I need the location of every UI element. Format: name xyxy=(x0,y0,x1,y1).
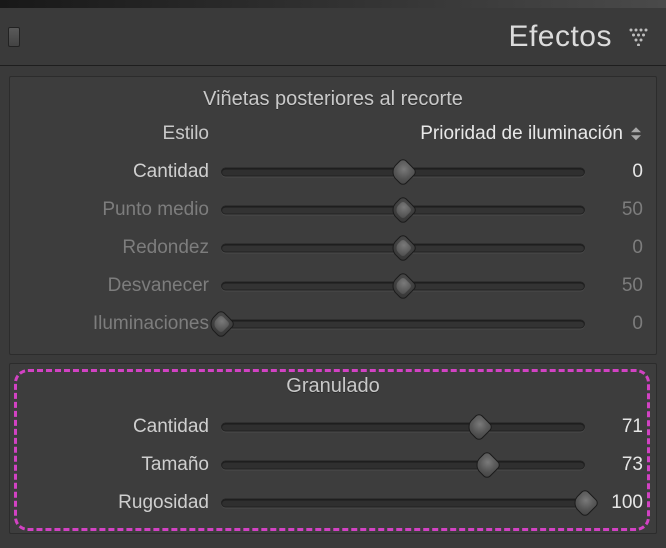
grain.sliders.0-label: Cantidad xyxy=(19,416,217,438)
grain.sliders.0-row: Cantidad 71 xyxy=(19,408,647,446)
slider-thumb[interactable] xyxy=(472,450,502,480)
grain.sliders.1-row: Tamaño 73 xyxy=(19,446,647,484)
vignette.sliders.3-value: 50 xyxy=(595,275,647,297)
vignette-group: Viñetas posteriores al recorte Estilo Pr… xyxy=(9,76,657,355)
vignette.sliders.2-label: Redondez xyxy=(19,237,217,259)
vignette.sliders.3-slider xyxy=(221,272,585,300)
grain.sliders.1-label: Tamaño xyxy=(19,454,217,476)
slider-thumb xyxy=(388,271,418,301)
vignette.sliders.0-value[interactable]: 0 xyxy=(595,161,647,183)
vignette.sliders.3-label: Desvanecer xyxy=(19,275,217,297)
updown-arrows-icon xyxy=(629,127,643,140)
grain.sliders.0-value[interactable]: 71 xyxy=(595,416,647,438)
grain.sliders.0-slider[interactable] xyxy=(221,413,585,441)
vignette.sliders.1-slider xyxy=(221,196,585,224)
vignette.sliders.2-value: 0 xyxy=(595,237,647,259)
slider-thumb xyxy=(388,195,418,225)
panel-title: Efectos xyxy=(20,20,626,54)
grain.sliders.1-value[interactable]: 73 xyxy=(595,454,647,476)
grain-group: Granulado Cantidad 71 Tamaño 73 Rugosidad 100 xyxy=(9,363,657,534)
vignette.sliders.0-row: Cantidad 0 xyxy=(19,153,647,191)
slider-thumb[interactable] xyxy=(388,157,418,187)
effects-panel-header: Efectos xyxy=(0,8,666,66)
slider-track xyxy=(221,423,585,432)
style-dropdown[interactable]: Prioridad de iluminación xyxy=(217,123,647,145)
grain.sliders.2-slider[interactable] xyxy=(221,489,585,517)
vignette.sliders.1-row: Punto medio 50 xyxy=(19,191,647,229)
grain.sliders.2-value[interactable]: 100 xyxy=(595,492,647,514)
vignette.sliders.0-slider[interactable] xyxy=(221,158,585,186)
vignette.sliders.4-row: Iluminaciones 0 xyxy=(19,305,647,343)
vignette.sliders.1-label: Punto medio xyxy=(19,199,217,221)
style-value: Prioridad de iluminación xyxy=(420,123,623,145)
slider-track xyxy=(221,499,585,508)
grain.sliders.1-slider[interactable] xyxy=(221,451,585,479)
vignette-style-row: Estilo Prioridad de iluminación xyxy=(19,121,647,153)
vignette.sliders.3-row: Desvanecer 50 xyxy=(19,267,647,305)
develop-strip xyxy=(0,0,666,8)
grain-title: Granulado xyxy=(19,369,647,408)
grain.sliders.2-label: Rugosidad xyxy=(19,492,217,514)
slider-track xyxy=(221,320,585,329)
vignette.sliders.2-row: Redondez 0 xyxy=(19,229,647,267)
vignette.sliders.4-value: 0 xyxy=(595,313,647,335)
vignette.sliders.4-label: Iluminaciones xyxy=(19,313,217,335)
vignette.sliders.2-slider xyxy=(221,234,585,262)
disclosure-icon[interactable] xyxy=(626,24,652,50)
slider-thumb xyxy=(388,233,418,263)
style-label: Estilo xyxy=(19,123,217,145)
vignette.sliders.1-value: 50 xyxy=(595,199,647,221)
grain.sliders.2-row: Rugosidad 100 xyxy=(19,484,647,522)
vignette.sliders.0-label: Cantidad xyxy=(19,161,217,183)
vignette-title: Viñetas posteriores al recorte xyxy=(19,82,647,121)
slider-track xyxy=(221,461,585,470)
slider-thumb[interactable] xyxy=(465,412,495,442)
panel-switch[interactable] xyxy=(8,27,20,47)
vignette.sliders.4-slider xyxy=(221,310,585,338)
